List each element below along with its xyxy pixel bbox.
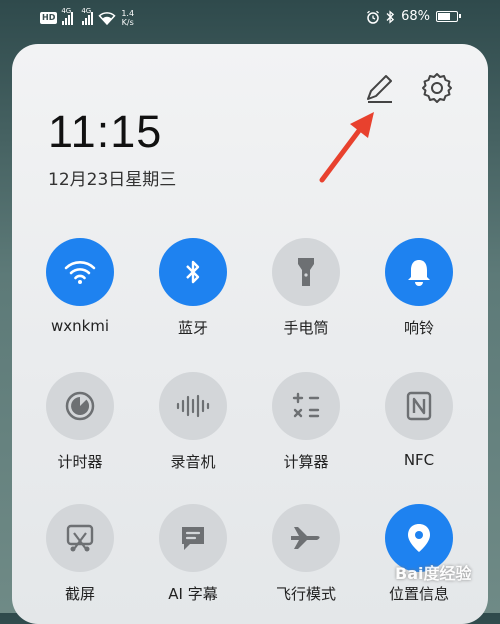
bluetooth-status-icon <box>386 9 395 24</box>
timer-toggle[interactable] <box>46 372 114 440</box>
quick-settings-panel: 11:15 12月23日星期三 wxnkmi 蓝牙 手电筒 响铃 计时器 录音机… <box>12 44 488 624</box>
calculator-toggle[interactable] <box>272 372 340 440</box>
battery-fill <box>438 13 450 20</box>
wifi-icon <box>64 261 96 284</box>
tile-ai-subtitles[interactable]: AI 字幕 <box>138 504 248 604</box>
battery-percent: 68% <box>401 9 430 24</box>
pencil-icon[interactable] <box>362 71 396 105</box>
lte-label-2: 4G <box>81 7 92 15</box>
battery-icon <box>436 11 461 22</box>
calculator-icon <box>292 392 320 418</box>
clock-date: 12月23日星期三 <box>48 170 177 190</box>
flashlight-toggle[interactable] <box>272 238 340 306</box>
sound-wave-icon <box>176 394 210 418</box>
hd-voice-badge: HD <box>40 12 58 24</box>
timer-icon <box>65 391 95 421</box>
net-speed-value: 1.4 <box>121 9 135 18</box>
tile-label: 蓝牙 <box>177 319 208 337</box>
ai-subtitles-toggle[interactable] <box>159 504 227 572</box>
signal-icon: 4G <box>61 7 74 25</box>
tile-label: 计时器 <box>57 453 103 471</box>
ring-toggle[interactable] <box>385 238 453 306</box>
bell-icon <box>408 260 430 286</box>
screenshot-toggle[interactable] <box>46 504 114 572</box>
tile-ring[interactable]: 响铃 <box>364 238 474 338</box>
tile-location[interactable]: 位置信息 <box>364 504 474 604</box>
tile-label: AI 字幕 <box>168 585 218 603</box>
tile-label: 响铃 <box>403 319 434 337</box>
nfc-toggle[interactable] <box>385 372 453 440</box>
wifi-status-icon <box>98 12 116 25</box>
tile-bluetooth[interactable]: 蓝牙 <box>138 238 248 338</box>
tile-airplane-mode[interactable]: 飞行模式 <box>251 504 361 604</box>
tile-calculator[interactable]: 计算器 <box>251 372 361 472</box>
tile-label: 位置信息 <box>388 585 449 603</box>
status-bar: HD 4G 4G 1.4 K/s 68% <box>0 0 500 38</box>
tile-screenshot[interactable]: 截屏 <box>25 504 135 604</box>
tile-wifi[interactable]: wxnkmi <box>25 238 135 335</box>
tile-timer[interactable]: 计时器 <box>25 372 135 472</box>
alarm-icon <box>367 10 380 24</box>
screenshot-icon <box>66 524 94 552</box>
tile-label: wxnkmi <box>50 317 110 335</box>
tile-label: 飞行模式 <box>275 585 336 603</box>
tile-label: 截屏 <box>64 585 95 603</box>
airplane-icon <box>291 527 320 549</box>
tile-label: NFC <box>403 451 435 469</box>
lte-label: 4G <box>61 7 72 15</box>
tile-nfc[interactable]: NFC <box>364 372 474 469</box>
gear-icon[interactable] <box>420 71 454 105</box>
clock-time: 11:15 <box>48 106 163 157</box>
signal-icon-2: 4G <box>81 7 94 25</box>
recorder-toggle[interactable] <box>159 372 227 440</box>
red-arrow-annotation <box>319 112 374 183</box>
watermark: Bai度经验 <box>395 564 472 583</box>
location-pin-icon <box>408 524 430 552</box>
subtitle-icon <box>182 527 204 550</box>
tile-recorder[interactable]: 录音机 <box>138 372 248 472</box>
network-speed: 1.4 K/s <box>121 9 134 27</box>
airplane-toggle[interactable] <box>272 504 340 572</box>
bluetooth-icon <box>186 260 200 284</box>
flashlight-icon <box>298 258 314 286</box>
nfc-icon <box>406 391 432 421</box>
tile-label: 手电筒 <box>283 319 329 337</box>
bluetooth-toggle[interactable] <box>159 238 227 306</box>
tile-flashlight[interactable]: 手电筒 <box>251 238 361 338</box>
wifi-toggle[interactable] <box>46 238 114 306</box>
net-speed-unit: K/s <box>121 18 134 27</box>
tile-label: 计算器 <box>283 453 329 471</box>
tile-label: 录音机 <box>170 453 216 471</box>
